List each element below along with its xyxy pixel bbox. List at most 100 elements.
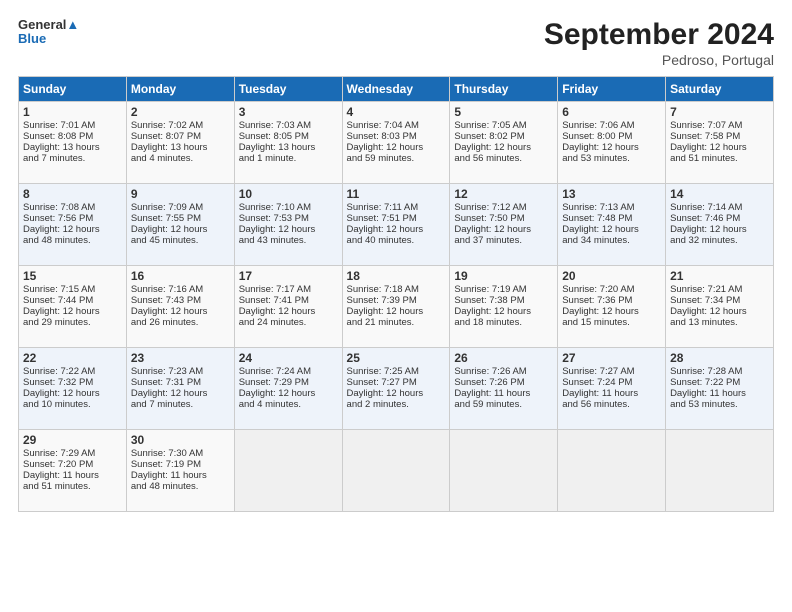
table-row: 16Sunrise: 7:16 AMSunset: 7:43 PMDayligh… <box>126 266 234 348</box>
subtitle: Pedroso, Portugal <box>544 52 774 68</box>
table-row: 30Sunrise: 7:30 AMSunset: 7:19 PMDayligh… <box>126 430 234 512</box>
day-info: Sunset: 7:50 PM <box>454 213 553 224</box>
day-info: and 48 minutes. <box>23 235 122 246</box>
day-info: Daylight: 13 hours <box>23 142 122 153</box>
day-info: Daylight: 12 hours <box>23 306 122 317</box>
day-info: Daylight: 12 hours <box>131 224 230 235</box>
day-info: Sunrise: 7:21 AM <box>670 284 769 295</box>
day-info: and 51 minutes. <box>670 153 769 164</box>
day-info: Daylight: 12 hours <box>670 142 769 153</box>
day-info: Sunrise: 7:25 AM <box>347 366 446 377</box>
day-info: Sunrise: 7:02 AM <box>131 120 230 131</box>
day-info: Daylight: 12 hours <box>670 224 769 235</box>
day-info: Daylight: 12 hours <box>454 224 553 235</box>
day-info: Sunrise: 7:23 AM <box>131 366 230 377</box>
day-info: Sunrise: 7:15 AM <box>23 284 122 295</box>
header: General▲ Blue September 2024 Pedroso, Po… <box>18 18 774 68</box>
day-number: 9 <box>131 187 230 201</box>
day-info: and 40 minutes. <box>347 235 446 246</box>
day-info: Daylight: 12 hours <box>131 306 230 317</box>
calendar-week-4: 22Sunrise: 7:22 AMSunset: 7:32 PMDayligh… <box>19 348 774 430</box>
day-info: Sunset: 7:32 PM <box>23 377 122 388</box>
day-info: Daylight: 11 hours <box>670 388 769 399</box>
day-info: Sunset: 7:27 PM <box>347 377 446 388</box>
day-info: Sunrise: 7:11 AM <box>347 202 446 213</box>
day-info: Daylight: 12 hours <box>131 388 230 399</box>
table-row: 5Sunrise: 7:05 AMSunset: 8:02 PMDaylight… <box>450 102 558 184</box>
table-row <box>666 430 774 512</box>
day-info: and 43 minutes. <box>239 235 338 246</box>
day-info: Sunrise: 7:16 AM <box>131 284 230 295</box>
day-number: 25 <box>347 351 446 365</box>
day-info: Sunset: 7:58 PM <box>670 131 769 142</box>
day-number: 24 <box>239 351 338 365</box>
day-info: Sunrise: 7:09 AM <box>131 202 230 213</box>
day-info: Sunset: 7:19 PM <box>131 459 230 470</box>
day-info: Sunrise: 7:24 AM <box>239 366 338 377</box>
day-info: and 53 minutes. <box>562 153 661 164</box>
table-row: 26Sunrise: 7:26 AMSunset: 7:26 PMDayligh… <box>450 348 558 430</box>
table-row: 18Sunrise: 7:18 AMSunset: 7:39 PMDayligh… <box>342 266 450 348</box>
day-info: Sunrise: 7:07 AM <box>670 120 769 131</box>
day-info: Sunset: 8:05 PM <box>239 131 338 142</box>
table-row: 24Sunrise: 7:24 AMSunset: 7:29 PMDayligh… <box>234 348 342 430</box>
calendar-week-1: 1Sunrise: 7:01 AMSunset: 8:08 PMDaylight… <box>19 102 774 184</box>
day-info: Daylight: 12 hours <box>23 388 122 399</box>
day-info: Sunset: 7:31 PM <box>131 377 230 388</box>
day-info: Sunrise: 7:22 AM <box>23 366 122 377</box>
calendar-week-2: 8Sunrise: 7:08 AMSunset: 7:56 PMDaylight… <box>19 184 774 266</box>
col-friday: Friday <box>558 77 666 102</box>
calendar-table: Sunday Monday Tuesday Wednesday Thursday… <box>18 76 774 512</box>
table-row: 14Sunrise: 7:14 AMSunset: 7:46 PMDayligh… <box>666 184 774 266</box>
day-info: Sunrise: 7:01 AM <box>23 120 122 131</box>
day-info: and 2 minutes. <box>347 399 446 410</box>
day-info: Daylight: 11 hours <box>562 388 661 399</box>
day-info: and 21 minutes. <box>347 317 446 328</box>
day-info: and 10 minutes. <box>23 399 122 410</box>
day-number: 19 <box>454 269 553 283</box>
day-info: and 13 minutes. <box>670 317 769 328</box>
day-info: Daylight: 12 hours <box>239 224 338 235</box>
day-info: Sunrise: 7:03 AM <box>239 120 338 131</box>
col-thursday: Thursday <box>450 77 558 102</box>
table-row: 25Sunrise: 7:25 AMSunset: 7:27 PMDayligh… <box>342 348 450 430</box>
table-row: 27Sunrise: 7:27 AMSunset: 7:24 PMDayligh… <box>558 348 666 430</box>
day-info: Sunrise: 7:04 AM <box>347 120 446 131</box>
day-info: Sunrise: 7:10 AM <box>239 202 338 213</box>
table-row: 2Sunrise: 7:02 AMSunset: 8:07 PMDaylight… <box>126 102 234 184</box>
table-row: 13Sunrise: 7:13 AMSunset: 7:48 PMDayligh… <box>558 184 666 266</box>
day-info: and 56 minutes. <box>562 399 661 410</box>
day-info: Sunrise: 7:17 AM <box>239 284 338 295</box>
day-info: and 56 minutes. <box>454 153 553 164</box>
day-info: Sunset: 8:08 PM <box>23 131 122 142</box>
day-info: Daylight: 12 hours <box>347 306 446 317</box>
day-info: Sunset: 7:24 PM <box>562 377 661 388</box>
day-number: 22 <box>23 351 122 365</box>
day-number: 5 <box>454 105 553 119</box>
logo: General▲ Blue <box>18 18 79 47</box>
day-info: Sunset: 7:51 PM <box>347 213 446 224</box>
day-number: 1 <box>23 105 122 119</box>
day-info: Daylight: 12 hours <box>347 142 446 153</box>
day-number: 15 <box>23 269 122 283</box>
day-info: Sunset: 8:03 PM <box>347 131 446 142</box>
day-info: Sunset: 8:02 PM <box>454 131 553 142</box>
day-number: 23 <box>131 351 230 365</box>
page: General▲ Blue September 2024 Pedroso, Po… <box>0 0 792 522</box>
table-row: 6Sunrise: 7:06 AMSunset: 8:00 PMDaylight… <box>558 102 666 184</box>
day-number: 17 <box>239 269 338 283</box>
day-info: Sunrise: 7:30 AM <box>131 448 230 459</box>
table-row: 22Sunrise: 7:22 AMSunset: 7:32 PMDayligh… <box>19 348 127 430</box>
day-info: Daylight: 12 hours <box>562 306 661 317</box>
day-number: 18 <box>347 269 446 283</box>
day-info: and 59 minutes. <box>347 153 446 164</box>
logo-general: General▲ <box>18 18 79 32</box>
header-row: Sunday Monday Tuesday Wednesday Thursday… <box>19 77 774 102</box>
day-info: Daylight: 11 hours <box>23 470 122 481</box>
day-number: 21 <box>670 269 769 283</box>
day-number: 3 <box>239 105 338 119</box>
day-info: Sunset: 8:07 PM <box>131 131 230 142</box>
day-info: Daylight: 12 hours <box>347 388 446 399</box>
day-info: Daylight: 12 hours <box>562 142 661 153</box>
day-number: 6 <box>562 105 661 119</box>
